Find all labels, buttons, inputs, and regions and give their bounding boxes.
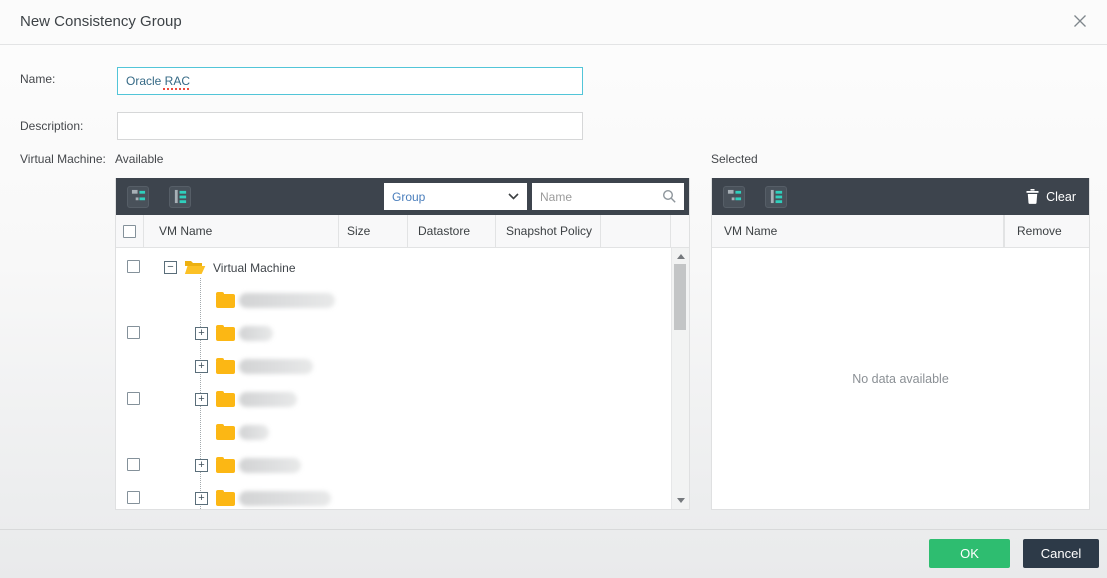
- virtual-machine-label: Virtual Machine:: [20, 152, 106, 166]
- folder-icon: [216, 360, 235, 374]
- collapse-toggle-icon[interactable]: −: [164, 261, 177, 274]
- folder-icon: [216, 294, 235, 308]
- new-consistency-group-dialog: New Consistency Group Name: Oracle RAC D…: [0, 0, 1107, 578]
- ok-button[interactable]: OK: [929, 539, 1010, 568]
- column-header-datastore: Datastore: [408, 215, 496, 247]
- tree-row[interactable]: − Virtual Machine: [116, 251, 671, 284]
- tree-row[interactable]: +: [116, 383, 671, 416]
- redacted-vm-name: [239, 491, 331, 506]
- tree-row[interactable]: +: [116, 449, 671, 482]
- row-checkbox[interactable]: [127, 326, 140, 339]
- expand-toggle-icon[interactable]: +: [195, 492, 208, 505]
- column-header-vm-name: VM Name: [712, 215, 1004, 247]
- description-input[interactable]: [117, 112, 583, 140]
- column-header-vm-name: VM Name: [144, 215, 339, 247]
- row-checkbox[interactable]: [127, 260, 140, 273]
- folder-icon: [216, 393, 235, 407]
- redacted-vm-name: [239, 359, 313, 374]
- selected-toolbar: Clear: [712, 178, 1089, 215]
- trash-icon: [1026, 189, 1039, 204]
- scroll-up-icon[interactable]: [677, 254, 685, 259]
- tree-row[interactable]: [116, 416, 671, 449]
- available-table-header: VM Name Size Datastore Snapshot Policy: [116, 215, 689, 248]
- expand-tree-icon[interactable]: [127, 186, 149, 208]
- redacted-vm-name: [239, 425, 269, 440]
- vertical-scrollbar[interactable]: [671, 248, 689, 509]
- scroll-down-icon[interactable]: [677, 498, 685, 503]
- cancel-button[interactable]: Cancel: [1023, 539, 1099, 568]
- scrollbar-thumb[interactable]: [674, 264, 686, 330]
- row-checkbox[interactable]: [127, 392, 140, 405]
- tree-row[interactable]: +: [116, 350, 671, 383]
- available-toolbar: Group: [116, 178, 689, 215]
- name-input[interactable]: Oracle RAC: [117, 67, 583, 95]
- row-checkbox[interactable]: [127, 491, 140, 504]
- tree-row[interactable]: +: [116, 482, 671, 509]
- magnifier-icon[interactable]: [662, 189, 677, 204]
- expand-toggle-icon[interactable]: +: [195, 360, 208, 373]
- close-icon[interactable]: [1071, 13, 1089, 31]
- spellcheck-underline: [163, 88, 191, 90]
- clear-label: Clear: [1046, 190, 1076, 204]
- tree-row[interactable]: +: [116, 317, 671, 350]
- dialog-title: New Consistency Group: [20, 13, 182, 30]
- expand-toggle-icon[interactable]: +: [195, 393, 208, 406]
- redacted-vm-name: [239, 293, 335, 308]
- collapse-tree-icon[interactable]: [765, 186, 787, 208]
- name-label: Name:: [20, 72, 55, 86]
- selected-panel: Clear VM Name Remove No data available: [711, 178, 1090, 510]
- redacted-vm-name: [239, 392, 297, 407]
- folder-icon: [216, 327, 235, 341]
- redacted-vm-name: [239, 326, 273, 341]
- available-table-body: − Virtual Machine + + + + +: [116, 248, 689, 509]
- folder-icon: [216, 426, 235, 440]
- folder-icon: [216, 492, 235, 506]
- dialog-titlebar: New Consistency Group: [0, 0, 1107, 45]
- name-search-box: [532, 183, 684, 210]
- clear-button[interactable]: Clear: [1026, 189, 1076, 204]
- column-header-size: Size: [339, 215, 408, 247]
- vm-root-label: Virtual Machine: [213, 261, 296, 275]
- chevron-down-icon: [508, 193, 519, 200]
- expand-tree-icon[interactable]: [723, 186, 745, 208]
- empty-state-text: No data available: [852, 372, 949, 386]
- tree-row[interactable]: [116, 284, 671, 317]
- select-all-checkbox[interactable]: [123, 225, 136, 238]
- open-folder-icon: [184, 259, 206, 278]
- group-filter-dropdown[interactable]: Group: [384, 183, 527, 210]
- expand-toggle-icon[interactable]: +: [195, 327, 208, 340]
- name-search-input[interactable]: [540, 190, 662, 204]
- selected-table-header: VM Name Remove: [712, 215, 1089, 248]
- expand-toggle-icon[interactable]: +: [195, 459, 208, 472]
- column-header-snapshot-policy: Snapshot Policy: [496, 215, 601, 247]
- selected-section-label: Selected: [711, 152, 758, 166]
- name-input-value: Oracle RAC: [126, 74, 190, 88]
- description-label: Description:: [20, 119, 83, 133]
- row-checkbox[interactable]: [127, 458, 140, 471]
- available-section-label: Available: [115, 152, 163, 166]
- vm-tree: − Virtual Machine + + + + +: [116, 251, 671, 509]
- redacted-vm-name: [239, 458, 301, 473]
- column-header-remove: Remove: [1004, 215, 1089, 247]
- selected-table-body: No data available: [712, 248, 1089, 509]
- collapse-tree-icon[interactable]: [169, 186, 191, 208]
- footer-divider: [0, 529, 1107, 530]
- available-panel: Group VM Name Size Datastore Snapshot Po…: [115, 178, 690, 510]
- group-filter-value: Group: [392, 190, 508, 204]
- folder-icon: [216, 459, 235, 473]
